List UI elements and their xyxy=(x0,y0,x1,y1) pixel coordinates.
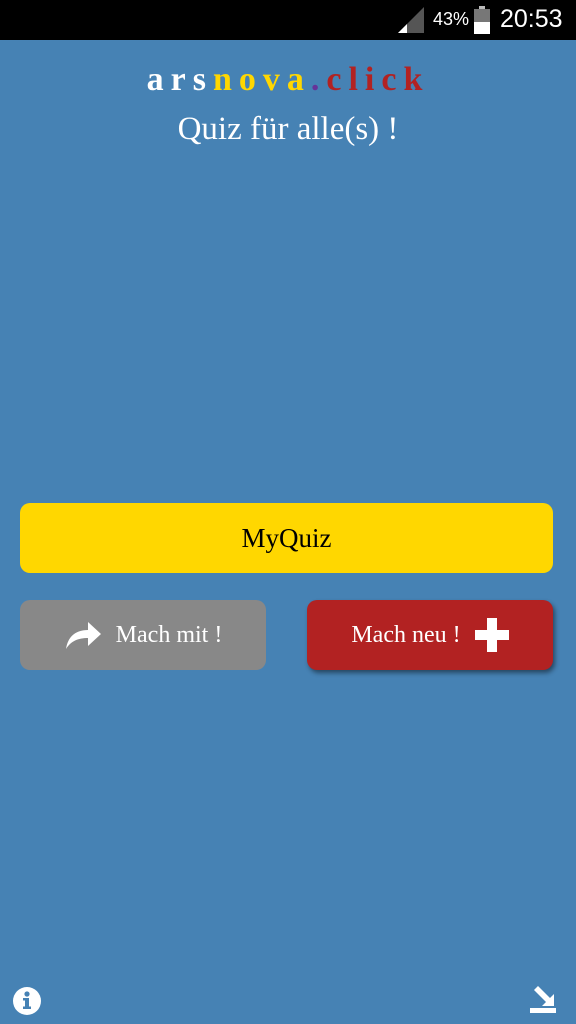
new-quiz-button[interactable]: Mach neu ! xyxy=(307,600,553,670)
battery-percent: 43% xyxy=(433,9,470,29)
plus-icon xyxy=(474,618,509,652)
new-quiz-button-label: Mach neu ! xyxy=(351,621,461,648)
join-quiz-button-label: Mach mit ! xyxy=(115,621,223,648)
clock: 20:53 xyxy=(500,5,563,33)
logo-part-nova: nova xyxy=(212,61,311,98)
tagline: Quiz für alle(s) ! xyxy=(177,111,399,147)
signal-icon xyxy=(398,7,424,33)
logo-part-ars: ars xyxy=(146,61,213,98)
join-quiz-button[interactable]: Mach mit ! xyxy=(20,600,266,670)
logo-part-dot: . xyxy=(310,61,327,98)
myquiz-button[interactable]: MyQuiz xyxy=(20,503,553,573)
install-icon[interactable] xyxy=(528,984,558,1014)
logo-part-click: click xyxy=(326,61,430,98)
status-bar: 43% 20:53 xyxy=(0,0,576,40)
share-arrow-icon xyxy=(64,620,102,650)
info-icon[interactable] xyxy=(12,986,42,1016)
myquiz-button-label: MyQuiz xyxy=(241,522,332,553)
battery-icon xyxy=(474,6,490,34)
app-logo: arsnova.click xyxy=(0,58,576,102)
